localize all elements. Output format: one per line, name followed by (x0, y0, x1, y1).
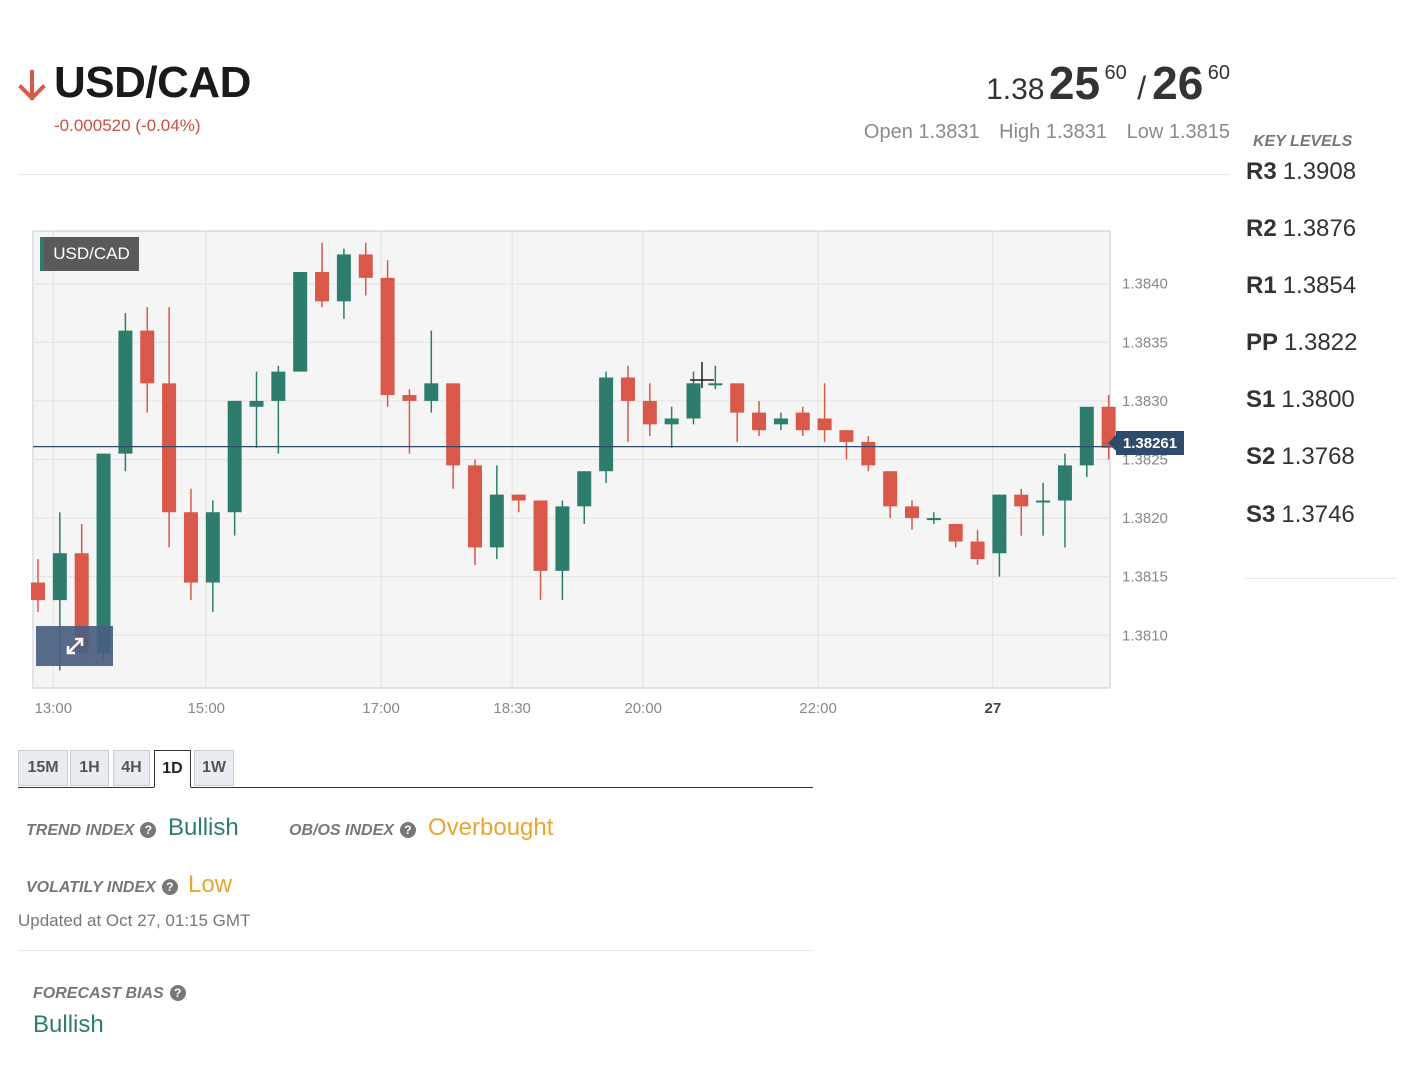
candle-body (1079, 406, 1094, 466)
candle-body (358, 254, 373, 278)
candle-body (773, 418, 788, 425)
y-tick-label: 1.3830 (1122, 393, 1168, 410)
candle-body (271, 371, 286, 401)
trend-index-label: TREND INDEX? (26, 822, 157, 840)
candle-body (162, 383, 177, 513)
divider (18, 950, 813, 951)
timeframe-tabs: 15M 1H 4H 1D 1W (18, 750, 813, 788)
candle-body (424, 383, 439, 401)
candlestick-chart[interactable]: 1.38401.38351.38301.38251.38201.38151.38… (0, 0, 1405, 740)
candle-body (686, 383, 701, 419)
tab-1w[interactable]: 1W (194, 750, 234, 786)
updated-timestamp: Updated at Oct 27, 01:15 GMT (18, 911, 251, 930)
y-tick-label: 1.3815 (1122, 569, 1168, 586)
candle-body (249, 400, 264, 407)
tab-1d[interactable]: 1D (154, 750, 191, 788)
candle-body (468, 465, 482, 548)
current-price-tag: 1.38261 (1108, 431, 1184, 455)
y-tick-label: 1.3840 (1122, 276, 1168, 293)
candle-body (708, 383, 723, 386)
x-tick-label: 27 (985, 700, 1002, 717)
candle-body (511, 494, 526, 501)
x-tick-label: 22:00 (799, 700, 837, 717)
tab-4h[interactable]: 4H (113, 750, 150, 786)
help-icon[interactable]: ? (161, 879, 178, 895)
candle-body (642, 400, 657, 425)
y-tick-label: 1.3835 (1122, 334, 1168, 351)
x-tick-label: 17:00 (362, 700, 400, 717)
x-tick-label: 18:30 (493, 700, 531, 717)
candle-body (402, 395, 417, 401)
candle-body (227, 400, 242, 513)
candle-body (315, 272, 330, 302)
candle-body (96, 453, 111, 653)
candle-body (861, 441, 876, 466)
x-tick-label: 20:00 (624, 700, 662, 717)
help-icon[interactable]: ? (140, 822, 157, 838)
obos-index-label: OB/OS INDEX? (289, 822, 416, 840)
help-icon[interactable]: ? (169, 985, 186, 1001)
candle-body (1036, 500, 1051, 503)
candle-body (795, 412, 810, 431)
x-tick-label: 15:00 (187, 700, 225, 717)
candle-body (118, 330, 133, 454)
candle-body (489, 494, 504, 548)
candle-body (970, 541, 985, 560)
candle-body (555, 506, 570, 571)
forecast-bias-label: FORECAST BIAS? (33, 985, 186, 1003)
y-tick-label: 1.3810 (1122, 627, 1168, 644)
tab-1h[interactable]: 1H (70, 750, 109, 786)
y-tick-label: 1.3820 (1122, 510, 1168, 527)
candle-body (533, 500, 548, 571)
chart-symbol-badge: USD/CAD (40, 237, 139, 271)
candle-body (839, 430, 854, 442)
candle-body (883, 471, 898, 507)
forecast-bias-value: Bullish (33, 1011, 104, 1038)
expand-icon (66, 637, 83, 655)
candle-body (380, 277, 395, 396)
candle-body (905, 506, 919, 519)
x-tick-label: 13:00 (35, 700, 73, 717)
candle-body (205, 512, 220, 583)
candle-body (52, 553, 67, 601)
candle-body (31, 582, 45, 601)
volatility-index-label: VOLATILY INDEX? (26, 879, 178, 897)
obos-index-value: Overbought (428, 814, 554, 841)
candle-body (577, 471, 592, 507)
candle-body (446, 383, 461, 466)
trend-index-value: Bullish (168, 814, 239, 841)
volatility-index-value: Low (188, 871, 233, 898)
candle-body (948, 523, 963, 542)
expand-chart-button[interactable] (36, 626, 113, 666)
candle-body (1014, 494, 1029, 507)
candle-body (620, 377, 635, 401)
candle-body (992, 494, 1007, 554)
candle-body (183, 512, 198, 583)
tab-15m[interactable]: 15M (18, 750, 68, 786)
candle-body (293, 272, 308, 372)
help-icon[interactable]: ? (399, 822, 416, 838)
candle-body (752, 412, 767, 431)
candle-body (817, 418, 832, 431)
candle-body (1057, 465, 1072, 501)
candle-body (730, 383, 745, 413)
candle-body (336, 254, 351, 302)
candle-body (599, 377, 614, 472)
candle-body (664, 418, 679, 425)
candle-body (140, 330, 155, 384)
candle-body (926, 518, 941, 521)
